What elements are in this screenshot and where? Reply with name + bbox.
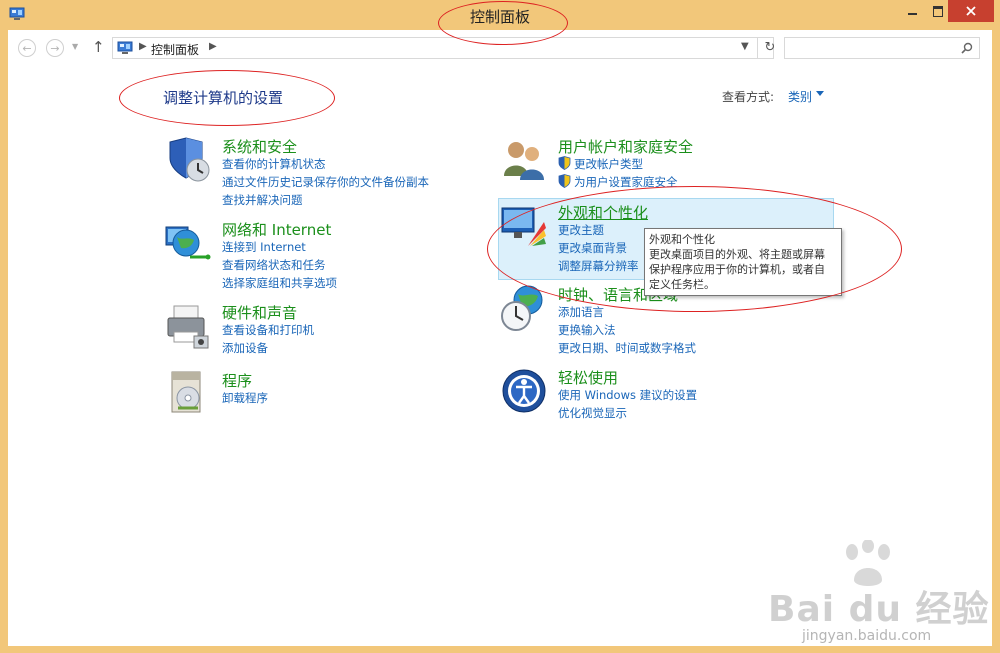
arrow-up-icon: ↑ (92, 38, 105, 56)
link-windows-recommended[interactable]: 使用 Windows 建议的设置 (558, 387, 697, 403)
uac-shield-icon (558, 174, 571, 188)
address-bar[interactable]: ▶ 控制面板 ▶ ▼ ↻ (112, 37, 775, 59)
breadcrumb-chevron-icon[interactable]: ▶ (209, 41, 217, 52)
link-add-device[interactable]: 添加设备 (222, 340, 268, 356)
category-system-security: 系统和安全 查看你的计算机状态 通过文件历史记录保存你的文件备份副本 查找并解决… (164, 136, 464, 216)
link-change-input-method[interactable]: 更换输入法 (558, 322, 616, 338)
globe-network-icon (165, 226, 211, 260)
refresh-button[interactable]: ↻ (757, 38, 778, 58)
link-network-status[interactable]: 查看网络状态和任务 (222, 257, 326, 273)
view-by-dropdown[interactable]: 类别 (788, 88, 812, 105)
uac-shield-icon (558, 156, 571, 170)
link-view-computer-status[interactable]: 查看你的计算机状态 (222, 156, 326, 172)
annotation-ellipse-title (438, 1, 568, 45)
category-title[interactable]: 用户帐户和家庭安全 (558, 136, 693, 157)
arrow-right-icon: → (50, 41, 60, 55)
link-devices-printers[interactable]: 查看设备和打印机 (222, 322, 314, 338)
users-icon (504, 142, 544, 180)
address-history-icon[interactable]: ▼ (741, 41, 749, 52)
view-by-label: 查看方式: (722, 90, 775, 104)
program-disc-icon (171, 371, 201, 413)
category-title[interactable]: 系统和安全 (222, 136, 297, 157)
printer-icon (167, 305, 209, 349)
category-title[interactable]: 轻松使用 (558, 367, 618, 388)
category-hardware-sound: 硬件和声音 查看设备和打印机 添加设备 (164, 302, 464, 356)
minimize-button[interactable] (898, 0, 926, 22)
link-file-history-backup[interactable]: 通过文件历史记录保存你的文件备份副本 (222, 174, 429, 190)
refresh-icon: ↻ (764, 40, 776, 55)
control-panel-window: 控制面板 ← → ▼ ↑ ▶ 控制面板 ▶ ▼ ↻ 调整计算机的设置 查看方式:… (0, 0, 1000, 653)
search-icon (961, 42, 973, 54)
category-title[interactable]: 网络和 Internet (222, 219, 331, 240)
control-panel-icon (117, 41, 133, 54)
close-icon (966, 6, 976, 16)
link-uninstall-program[interactable]: 卸载程序 (222, 390, 268, 406)
link-homegroup-sharing[interactable]: 选择家庭组和共享选项 (222, 275, 337, 291)
forward-button[interactable]: → (46, 39, 64, 57)
watermark-logo-text: Bai du 经验 (768, 589, 990, 630)
baidu-watermark: Bai du 经验 jingyan.baidu.com (768, 540, 998, 650)
maximize-icon (933, 5, 943, 17)
content-area: ← → ▼ ↑ ▶ 控制面板 ▶ ▼ ↻ 调整计算机的设置 查看方式: 类别 系… (8, 30, 992, 646)
category-title[interactable]: 硬件和声音 (222, 302, 297, 323)
back-button[interactable]: ← (18, 39, 36, 57)
search-input[interactable] (784, 37, 980, 59)
watermark-url: jingyan.baidu.com (802, 628, 932, 644)
link-add-language[interactable]: 添加语言 (558, 304, 604, 320)
category-title[interactable]: 程序 (222, 370, 252, 391)
link-change-account-type[interactable]: 更改帐户类型 (574, 156, 643, 172)
up-button[interactable]: ↑ (92, 38, 105, 56)
breadcrumb-chevron-icon[interactable]: ▶ (139, 41, 147, 52)
chevron-down-icon[interactable] (816, 91, 824, 96)
breadcrumb-control-panel[interactable]: 控制面板 (151, 41, 199, 58)
chevron-down-icon: ▼ (72, 42, 79, 51)
category-programs: 程序 卸载程序 (164, 370, 464, 418)
category-user-accounts: 用户帐户和家庭安全 更改帐户类型 为用户设置家庭安全 (500, 136, 830, 189)
recent-locations-button[interactable]: ▼ (72, 42, 78, 51)
shield-clock-icon (169, 137, 210, 182)
category-ease-of-access: 轻松使用 使用 Windows 建议的设置 优化视觉显示 (500, 367, 830, 420)
close-button[interactable] (948, 0, 994, 22)
link-date-time-format[interactable]: 更改日期、时间或数字格式 (558, 340, 696, 356)
annotation-ellipse-appearance (487, 186, 902, 312)
link-troubleshoot[interactable]: 查找并解决问题 (222, 192, 303, 208)
arrow-left-icon: ← (22, 41, 32, 55)
category-network-internet: 网络和 Internet 连接到 Internet 查看网络状态和任务 选择家庭… (164, 219, 464, 291)
annotation-ellipse-heading (119, 70, 335, 126)
ease-of-access-icon (502, 369, 546, 413)
link-connect-internet[interactable]: 连接到 Internet (222, 239, 306, 255)
link-optimize-display[interactable]: 优化视觉显示 (558, 405, 627, 421)
minimize-icon (907, 13, 917, 15)
